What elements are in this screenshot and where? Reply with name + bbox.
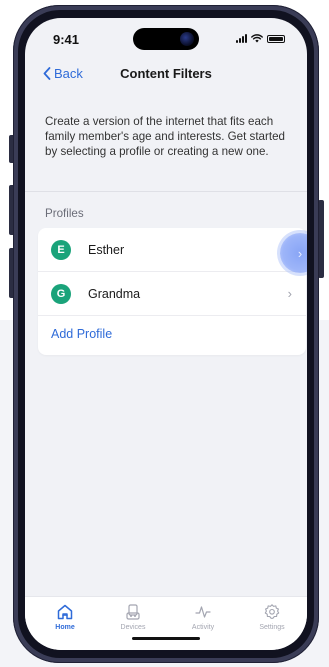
wifi-icon [251,34,263,43]
phone-frame: 9:41 Back Content Filters Create a versi… [13,5,319,663]
status-bar: 9:41 [25,18,307,58]
settings-icon [264,604,280,619]
status-icons [236,34,285,43]
profile-row-grandma[interactable]: G Grandma › [38,272,306,315]
tab-label: Home [55,624,75,631]
activity-icon [195,606,211,618]
signal-icon [236,34,247,43]
section-divider [25,191,307,192]
avatar: G [51,283,71,304]
page-title: Content Filters [120,66,212,81]
camera-icon [180,32,194,46]
home-indicator [132,637,200,640]
profiles-card: E Esther G Grandma › Add Profile [38,228,306,355]
tab-devices[interactable]: Devices [103,603,163,631]
profile-row-esther[interactable]: E Esther [38,228,306,271]
tab-label: Settings [259,624,285,631]
status-time: 9:41 [53,32,80,47]
canvas: 9:41 Back Content Filters Create a versi… [0,0,329,667]
row-divider [38,315,306,316]
chevron-right-icon: › [287,286,292,301]
battery-icon [267,34,285,43]
chevron-right-icon: › [297,245,303,261]
profiles-section-title: Profiles [45,207,84,220]
avatar: E [51,239,71,260]
profile-name: Grandma [88,286,141,301]
tab-activity[interactable]: Activity [173,603,233,631]
tab-bar: Home Devices Activity Settings [25,596,307,650]
screen: 9:41 Back Content Filters Create a versi… [25,18,307,650]
tab-label: Activity [191,624,215,631]
devices-icon [126,604,140,620]
profile-name: Esther [88,242,125,257]
nav-bar: Back Content Filters [25,60,307,90]
tab-home[interactable]: Home [35,603,95,631]
description-text: Create a version of the internet that fi… [45,115,285,158]
add-profile-button[interactable]: Add Profile [51,327,112,341]
tab-label: Devices [120,624,146,631]
dynamic-island [133,28,199,50]
home-icon [57,604,73,620]
tab-settings[interactable]: Settings [242,603,302,631]
